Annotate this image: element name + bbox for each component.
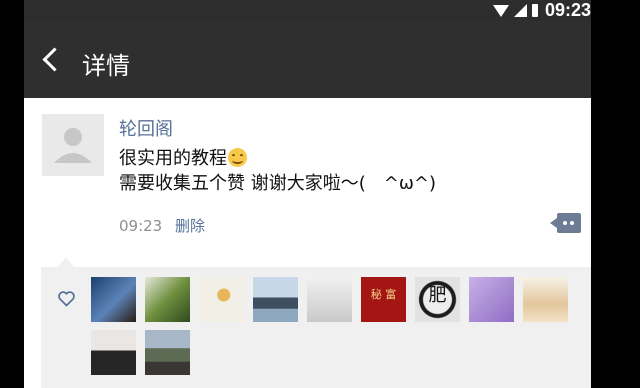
comment-icon[interactable] [550, 213, 581, 233]
liker-avatar[interactable] [145, 330, 190, 375]
screen: 09:23 详情 轮回阁 很实用的教程 需要收集五个赞 谢谢大家啦～( ^ω^)… [24, 0, 591, 388]
liker-avatar-text: 秘 富 [370, 288, 397, 301]
liker-avatar-text: 肥 [428, 285, 447, 306]
default-avatar-icon [54, 128, 92, 163]
post-text: 很实用的教程 需要收集五个赞 谢谢大家啦～( ^ω^) [119, 146, 436, 196]
liker-avatar[interactable] [145, 277, 190, 322]
wifi-icon [492, 4, 509, 17]
post-time: 09:23 [119, 217, 163, 235]
avatar[interactable] [42, 114, 104, 176]
liker-avatar[interactable] [469, 277, 514, 322]
liker-avatar[interactable] [199, 277, 244, 322]
status-bar: 09:23 [24, 0, 591, 21]
author-name[interactable]: 轮回阁 [119, 115, 173, 141]
liker-avatar[interactable]: 肥 [415, 277, 460, 322]
status-time: 09:23 [544, 0, 591, 20]
battery-icon [531, 4, 538, 17]
liker-avatar[interactable] [253, 277, 298, 322]
delete-link[interactable]: 删除 [175, 217, 205, 235]
liker-avatar[interactable] [307, 277, 352, 322]
status-icons: 09:23 [492, 0, 591, 21]
page-title: 详情 [82, 52, 130, 80]
post-line-1: 很实用的教程 [119, 148, 227, 169]
likes-panel: 秘 富肥 [41, 267, 591, 388]
liker-avatar[interactable] [91, 330, 136, 375]
likes-pointer [58, 257, 74, 267]
liker-avatar[interactable]: 秘 富 [361, 277, 406, 322]
post-meta: 09:23 删除 [119, 215, 205, 236]
signal-icon [513, 4, 527, 17]
back-arrow-icon[interactable] [42, 47, 67, 72]
liker-avatar[interactable] [523, 277, 568, 322]
post-line-2: 需要收集五个赞 谢谢大家啦～( ^ω^) [119, 173, 437, 194]
heart-icon [58, 291, 75, 307]
title-bar: 详情 [24, 21, 591, 98]
smile-emoji-icon [228, 148, 247, 167]
liker-avatar[interactable] [91, 277, 136, 322]
